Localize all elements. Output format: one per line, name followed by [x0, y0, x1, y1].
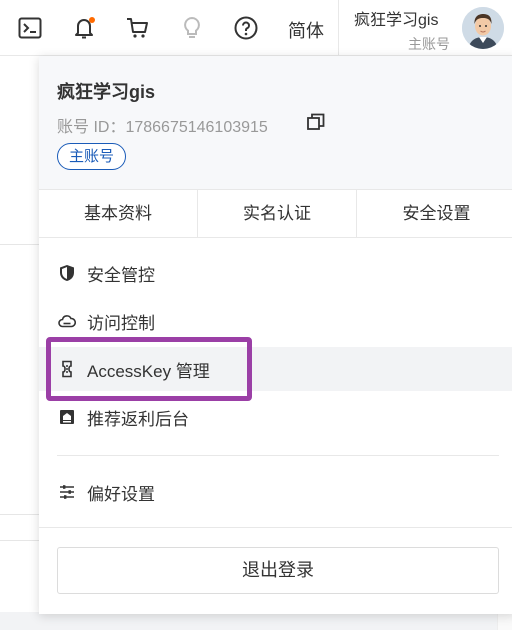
- divider: [57, 455, 499, 456]
- copy-icon[interactable]: [306, 112, 326, 132]
- cart-icon[interactable]: [120, 10, 156, 46]
- user-name[interactable]: 疯狂学习gis: [354, 6, 438, 30]
- divider: [39, 527, 512, 528]
- terminal-icon[interactable]: [12, 10, 48, 46]
- tab-security-settings[interactable]: 安全设置: [357, 190, 512, 237]
- top-bar: 简体 疯狂学习gis 主账号: [0, 0, 512, 56]
- bell-icon[interactable]: [66, 10, 102, 46]
- divider: [0, 540, 40, 541]
- menu-item-label: 访问控制: [87, 313, 155, 333]
- sliders-icon: [58, 483, 76, 501]
- notification-dot: [89, 17, 95, 23]
- menu-item-security-control[interactable]: 安全管控: [39, 251, 512, 295]
- account-name: 疯狂学习gis: [57, 82, 156, 102]
- lightbulb-icon[interactable]: [174, 10, 210, 46]
- divider: [0, 244, 40, 245]
- menu-item-label: 安全管控: [87, 265, 155, 285]
- account-tabs: 基本资料 实名认证 安全设置: [39, 189, 512, 238]
- avatar[interactable]: [462, 7, 504, 49]
- menu-item-referral-rebate[interactable]: 推荐返利后台: [39, 395, 512, 439]
- rebate-icon: [58, 408, 76, 426]
- logout-button[interactable]: 退出登录: [57, 547, 499, 594]
- tab-basic-info[interactable]: 基本资料: [39, 190, 198, 237]
- divider: [0, 514, 40, 515]
- menu-item-label: 推荐返利后台: [87, 409, 189, 429]
- shield-icon: [58, 264, 76, 282]
- user-role: 主账号: [408, 36, 450, 52]
- page-bottom-strip: [0, 612, 512, 630]
- highlight-annotation: [46, 337, 252, 401]
- help-icon[interactable]: [228, 10, 264, 46]
- tab-real-name-auth[interactable]: 实名认证: [198, 190, 357, 237]
- account-dropdown: 疯狂学习gis 账号 ID：1786675146103915 主账号 基本资料 …: [39, 56, 512, 614]
- menu-item-preferences[interactable]: 偏好设置: [39, 470, 512, 514]
- divider: [338, 0, 339, 56]
- menu-item-label: 偏好设置: [87, 484, 155, 504]
- account-id: 账号 ID：1786675146103915: [57, 119, 268, 136]
- account-header: 疯狂学习gis 账号 ID：1786675146103915 主账号: [39, 56, 512, 189]
- language-switch[interactable]: 简体: [288, 17, 324, 43]
- account-type-badge: 主账号: [57, 143, 127, 170]
- cloud-icon: [58, 312, 76, 330]
